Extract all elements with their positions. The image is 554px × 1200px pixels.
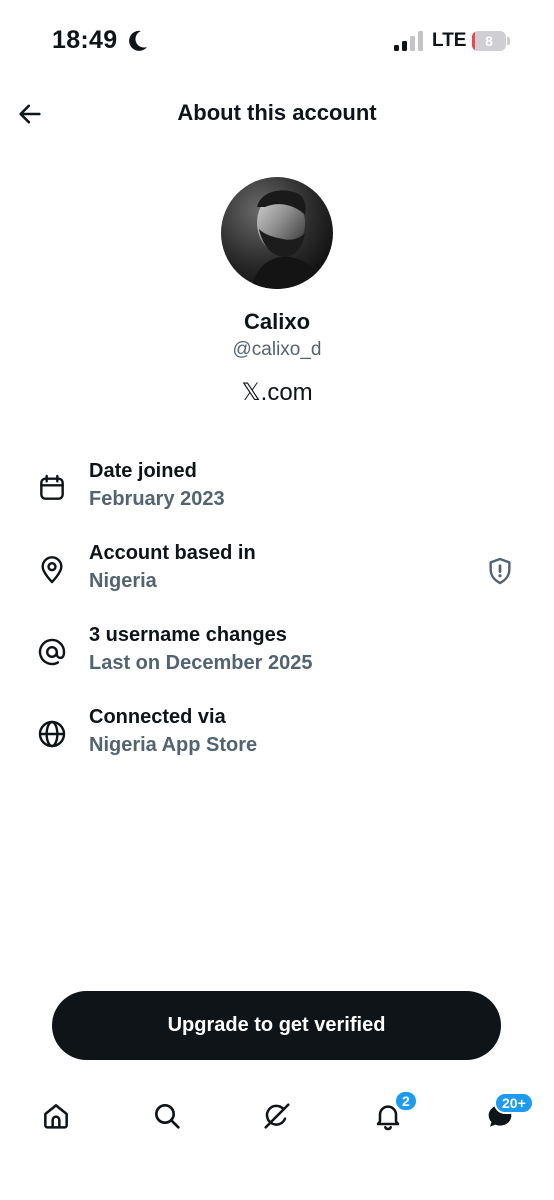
page-title: About this account [177,100,377,125]
nav-search[interactable] [145,1094,189,1138]
upgrade-button[interactable]: Upgrade to get verified [52,991,501,1060]
search-icon [155,1104,180,1129]
location-pin-icon [41,556,63,584]
grok-icon [264,1103,290,1129]
info-subtitle: Last on December 2025 [89,652,313,674]
status-bar: 18:49 LTE 8 [0,0,554,84]
info-title: Date joined [89,460,197,482]
info-title: Connected via [89,706,226,728]
at-sign-icon [38,638,66,666]
nav-home[interactable] [34,1094,78,1138]
notification-badge: 2 [394,1090,418,1112]
info-title: 3 username changes [89,624,287,646]
info-subtitle: Nigeria App Store [89,734,258,756]
signal-icon [394,31,423,51]
battery-level: 8 [485,33,493,49]
nav-notifications[interactable]: 2 [366,1090,418,1138]
nav-grok[interactable] [255,1094,299,1138]
platform-label: 𝕏.com [241,379,313,406]
globe-icon [38,720,66,748]
info-subtitle: February 2023 [89,488,225,510]
info-row-account-based: Account based in Nigeria [0,538,554,602]
info-subtitle: Nigeria [89,570,157,592]
calendar-icon [40,474,64,500]
user-handle: @calixo_d [232,339,322,360]
bottom-nav: 2 20+ [0,1080,554,1200]
messages-badge: 20+ [494,1092,534,1114]
info-row-username-changes: 3 username changes Last on December 2025 [0,620,554,684]
avatar[interactable] [221,177,333,289]
info-row-date-joined: Date joined February 2023 [0,456,554,520]
shield-alert-icon[interactable] [484,555,516,587]
moon-icon [129,30,147,51]
home-icon [44,1104,68,1129]
info-title: Account based in [89,542,256,564]
network-type: LTE [432,30,467,51]
nav-messages[interactable]: 20+ [478,1092,534,1138]
battery-icon: 8 [472,31,510,51]
info-row-connected-via: Connected via Nigeria App Store [0,702,554,766]
status-time: 18:49 [52,26,118,54]
display-name: Calixo [243,309,311,334]
